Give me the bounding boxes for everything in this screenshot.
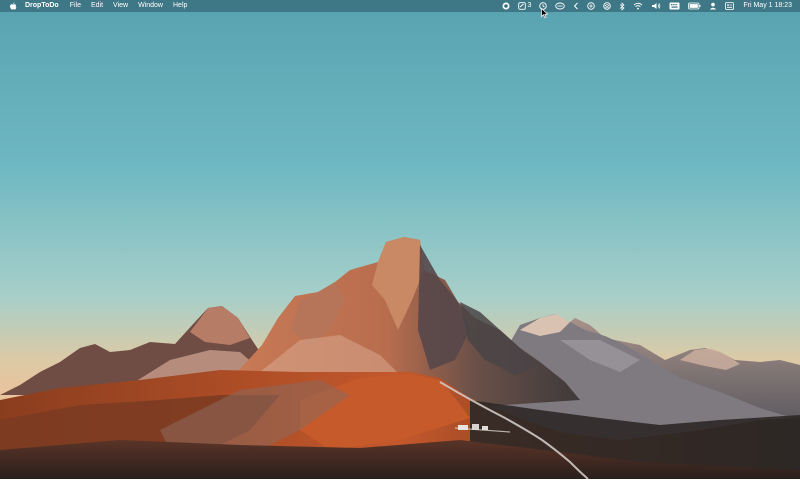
wifi-icon[interactable]	[633, 0, 643, 12]
file-menu[interactable]: File	[70, 0, 81, 12]
view-menu[interactable]: View	[113, 0, 128, 12]
user-icon[interactable]	[709, 0, 717, 12]
mouse-pointer-icon	[541, 8, 549, 19]
apple-menu-icon[interactable]	[9, 0, 17, 12]
help-menu[interactable]: Help	[173, 0, 187, 12]
keyboard-icon[interactable]	[669, 0, 680, 12]
chevron-left-icon[interactable]	[573, 0, 579, 12]
notes-icon[interactable]: 3	[518, 0, 531, 12]
glasses-icon[interactable]	[555, 0, 566, 12]
notes-count: 3	[527, 2, 532, 9]
window-menu[interactable]: Window	[138, 0, 163, 12]
bluetooth-icon[interactable]	[619, 0, 625, 12]
volume-icon[interactable]	[651, 0, 661, 12]
desktop-wallpaper	[0, 0, 800, 480]
battery-icon[interactable]	[688, 0, 701, 12]
plus-circle-icon[interactable]	[587, 0, 596, 12]
edit-menu[interactable]: Edit	[91, 0, 103, 12]
mountain-wallpaper-image	[0, 0, 800, 480]
control-center-icon[interactable]	[725, 0, 735, 12]
record-icon[interactable]	[502, 0, 510, 12]
app-name-menu[interactable]: DropToDo	[25, 0, 59, 12]
menu-bar-clock[interactable]: Fri May 1 18:23	[743, 0, 792, 12]
menu-bar: DropToDo File Edit View Window Help 3 Fr…	[0, 0, 800, 12]
layers-icon[interactable]	[603, 0, 612, 12]
